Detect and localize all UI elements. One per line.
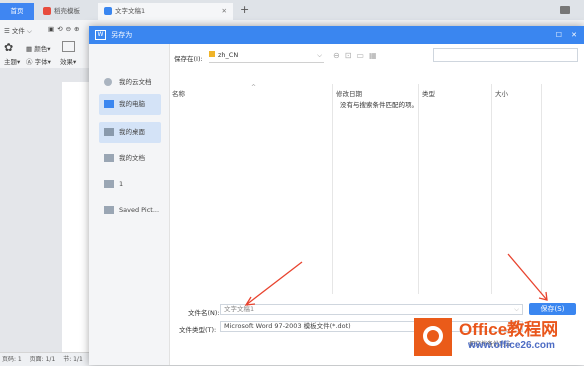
logo-ring bbox=[423, 326, 443, 346]
arrow-to-filename bbox=[245, 261, 303, 306]
annotation-arrows bbox=[244, 253, 548, 306]
watermark-brand: Office教程网 bbox=[459, 320, 559, 339]
watermark-url: www.office26.com bbox=[468, 340, 555, 351]
arrow-to-save bbox=[507, 253, 548, 301]
office-logo-icon bbox=[414, 318, 452, 356]
